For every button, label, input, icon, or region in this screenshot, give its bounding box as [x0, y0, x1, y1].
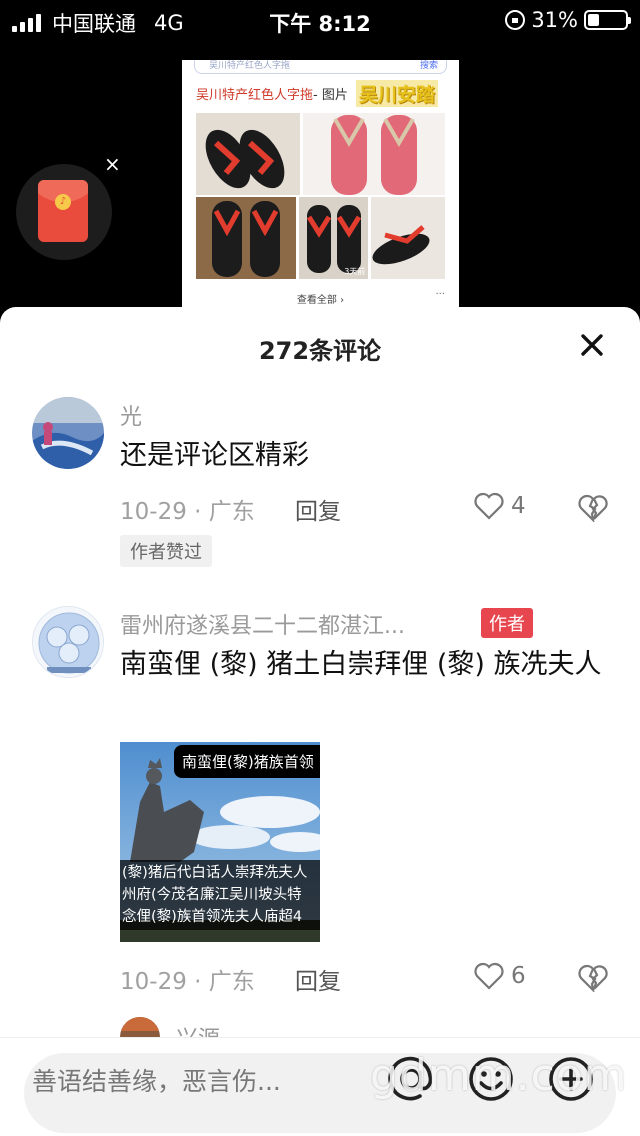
- comments-sheet: 272条评论 光 还是评论区精彩 10-29 · 广东 回复 4 作者赞过 雷州…: [0, 307, 640, 1136]
- author-liked-badge: 作者赞过: [120, 535, 212, 567]
- battery-percent: 31%: [531, 8, 578, 32]
- sandal-image-5: [371, 197, 446, 279]
- video-result-header: 吴川特产红色人字拖 - 图片 吴川安踏: [182, 74, 459, 111]
- broken-heart-icon[interactable]: [578, 964, 608, 992]
- more-dots-icon: ···: [435, 289, 445, 300]
- reply-button[interactable]: 回复: [295, 962, 341, 996]
- video-brand-overlay: 吴川安踏: [355, 80, 438, 107]
- broken-heart-icon[interactable]: [578, 494, 608, 522]
- view-all-link: 查看全部 ›: [296, 295, 345, 306]
- sandal-image-3: [196, 197, 296, 279]
- comment-username[interactable]: 光: [120, 399, 142, 431]
- video-result-title: 吴川特产红色人字拖: [196, 88, 314, 103]
- video-search-bar: 吴川特产红色人字拖 搜索: [194, 60, 447, 74]
- like-button[interactable]: 4: [473, 492, 526, 520]
- like-count: 4: [511, 493, 526, 519]
- comment-input-placeholder: 善语结善缘，恶言伤...: [32, 1067, 281, 1096]
- sandal-image-1: [196, 113, 300, 195]
- comment-text: 还是评论区精彩: [120, 440, 309, 471]
- watermark: gdmm.com: [370, 1050, 628, 1101]
- avatar[interactable]: [32, 606, 104, 678]
- comment-image[interactable]: 南蛮俚(黎)猪族首领 (黎)猪后代白话人崇拜冼夫人 州府(今茂名廉江吴川坡头特 …: [120, 742, 320, 942]
- video-search-text: 吴川特产红色人字拖: [209, 61, 291, 71]
- reply-button[interactable]: 回复: [295, 492, 341, 526]
- comments-title: 272条评论: [258, 337, 382, 365]
- red-packet-close-icon[interactable]: ×: [104, 152, 121, 176]
- image-caption-line: 念俚(黎)族首领冼夫人庙超4: [122, 909, 303, 925]
- comment-date-location: 10-29 · 广东: [120, 499, 255, 525]
- heart-icon: [474, 962, 504, 990]
- image-caption-line: (黎)猪后代白话人崇拜冼夫人: [122, 865, 308, 881]
- image-caption-line: 州府(今茂名廉江吴川坡头特: [122, 887, 302, 903]
- author-badge: 作者: [481, 608, 533, 638]
- like-count: 6: [511, 963, 526, 989]
- heart-icon: [474, 492, 504, 520]
- battery-icon: [584, 10, 631, 30]
- video-search-button: 搜索: [419, 61, 438, 71]
- status-bar: 中国联通 4G 下午 8:12 31%: [0, 0, 640, 42]
- red-packet-widget[interactable]: ♪: [16, 164, 112, 260]
- like-button[interactable]: 6: [473, 962, 526, 990]
- comment-username[interactable]: 雷州府遂溪县二十二都湛江...: [120, 608, 405, 640]
- image-time-tag: 3天前: [344, 267, 366, 276]
- comment-date-location: 10-29 · 广东: [120, 969, 255, 995]
- comment-text: 南蛮俚 (黎) 猪土白崇拜俚 (黎) 族冼夫人: [120, 649, 602, 680]
- image-caption-top: 南蛮俚(黎)猪族首领: [174, 745, 320, 778]
- video-result-title-suffix: - 图片: [313, 88, 348, 103]
- red-packet-icon: ♪: [38, 180, 88, 242]
- rotation-lock-icon: [505, 10, 526, 30]
- sandal-image-2: [303, 113, 445, 195]
- avatar[interactable]: [32, 397, 104, 469]
- video-frame[interactable]: 吴川特产红色人字拖 搜索 吴川特产红色人字拖 - 图片 吴川安踏 3天前 查看全…: [182, 60, 459, 310]
- sandal-image-4: 3天前: [298, 197, 369, 279]
- image-caption-bottom: (黎)猪后代白话人崇拜冼夫人 州府(今茂名廉江吴川坡头特 念俚(黎)族首领冼夫人…: [120, 860, 320, 930]
- close-icon[interactable]: [578, 331, 606, 359]
